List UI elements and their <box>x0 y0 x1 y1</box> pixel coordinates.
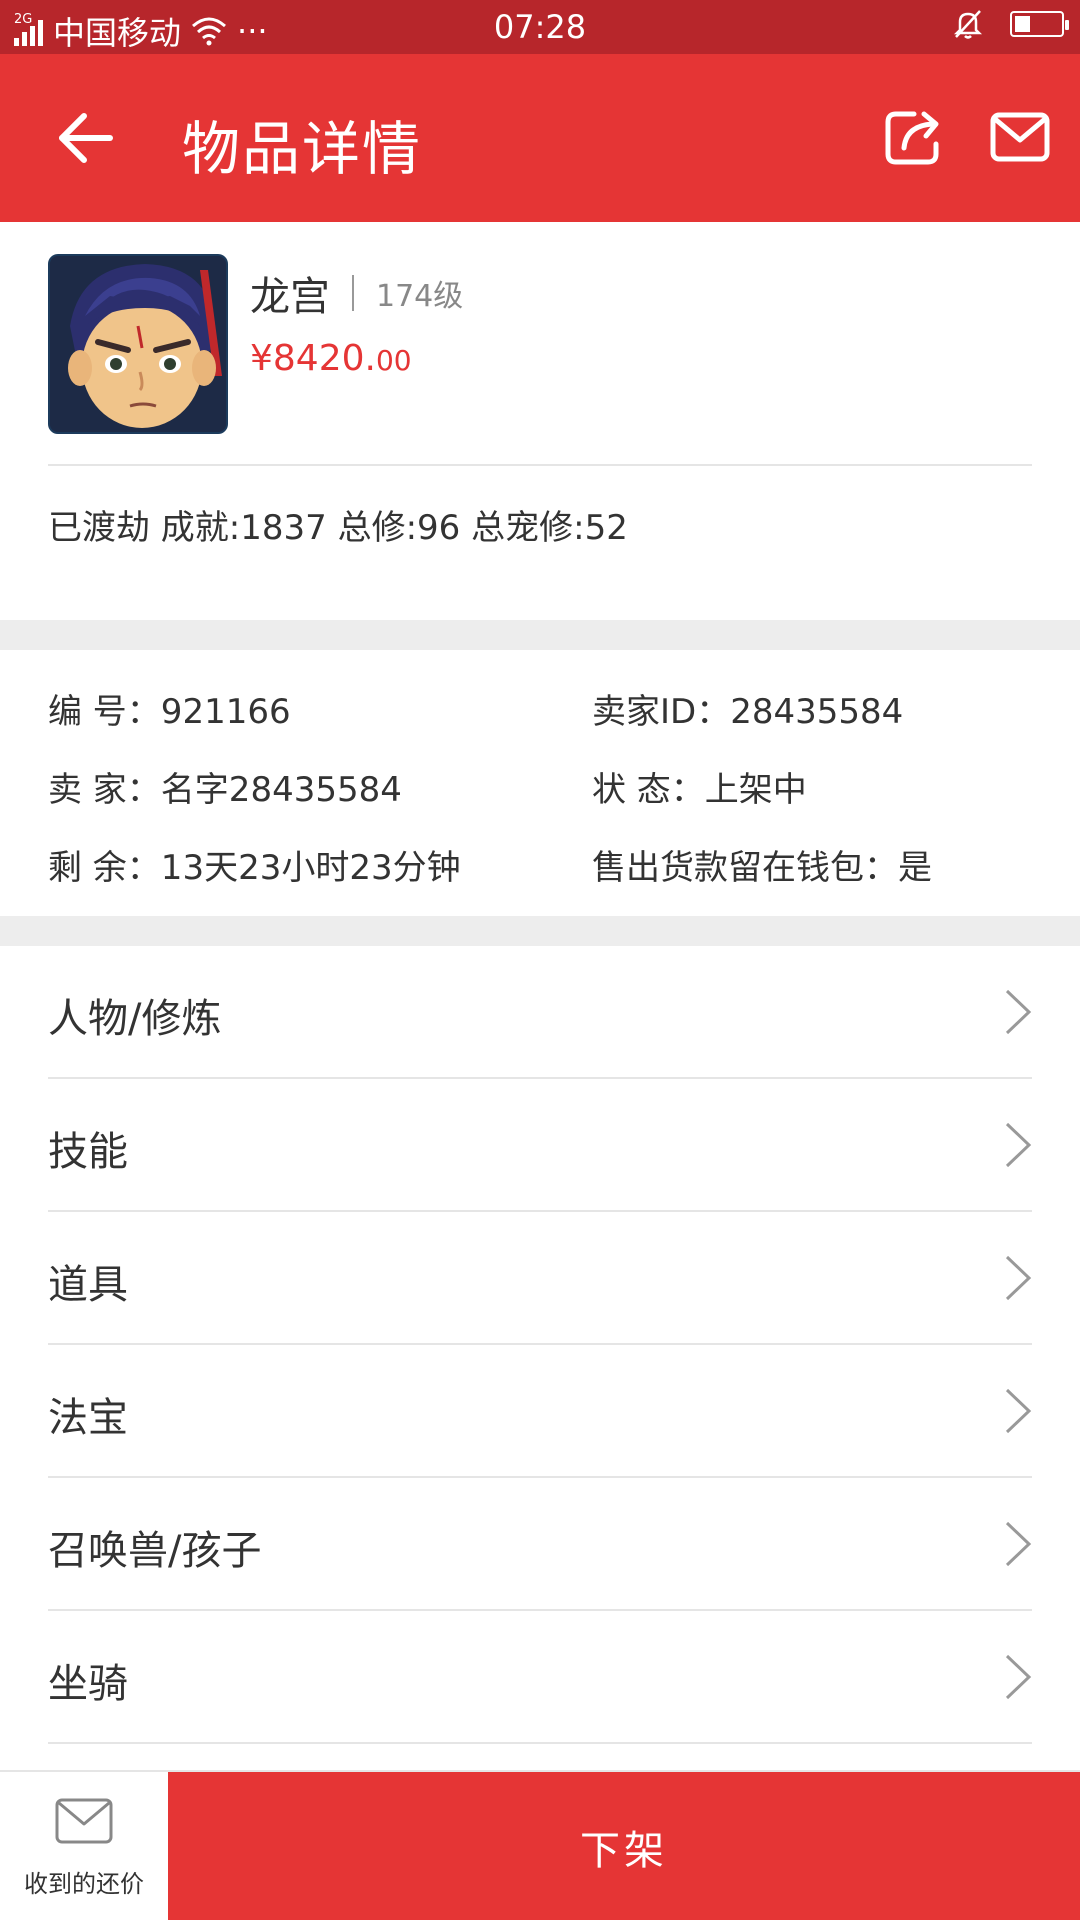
mail-icon[interactable] <box>990 112 1050 162</box>
chevron-right-icon <box>1005 1255 1032 1301</box>
chevron-right-icon <box>1005 989 1032 1035</box>
bell-muted-icon <box>953 10 983 39</box>
menu-item-label: 技能 <box>48 1129 128 1175</box>
back-arrow-icon[interactable] <box>56 108 116 168</box>
divider <box>48 464 1032 466</box>
item-name: 龙宫 <box>250 274 330 320</box>
menu-item-label: 召唤兽/孩子 <box>48 1528 262 1574</box>
clock: 07:28 <box>493 8 587 46</box>
chevron-right-icon <box>1005 1654 1032 1700</box>
character-avatar <box>48 254 228 434</box>
price-main: ¥8420. <box>250 338 376 379</box>
info-section: 编 号：921166 卖家ID：28435584 卖 家：名字28435584 … <box>0 650 1080 916</box>
item-summary: 已渡劫 成就:1837 总修:96 总宠修:52 <box>48 508 628 548</box>
menu-item-label: 坐骑 <box>48 1661 128 1707</box>
item-level: 174级 <box>376 279 464 314</box>
envelope-icon <box>55 1798 113 1844</box>
chevron-right-icon <box>1005 1388 1032 1434</box>
price-decimal: 00 <box>375 344 412 377</box>
chevron-right-icon <box>1005 1521 1032 1567</box>
bottom-bar: 收到的还价 下架 <box>0 1770 1080 1920</box>
info-seller: 卖 家：名字28435584 <box>48 770 402 810</box>
menu-item-character[interactable]: 人物/修炼 <box>48 946 1032 1079</box>
app-header: 物品详情 <box>0 54 1080 222</box>
menu-item-label: 法宝 <box>48 1395 128 1441</box>
detail-menu: 人物/修炼 技能 道具 法宝 召唤兽/孩子 坐骑 <box>0 946 1080 1744</box>
item-price: ¥8420.00 <box>250 338 412 379</box>
section-gap <box>0 916 1080 946</box>
info-remaining: 剩 余：13天23小时23分钟 <box>48 848 461 888</box>
info-number: 编 号：921166 <box>48 692 291 732</box>
info-wallet: 售出货款留在钱包：是 <box>592 848 932 888</box>
menu-item-treasures[interactable]: 法宝 <box>48 1345 1032 1478</box>
menu-item-label: 人物/修炼 <box>48 996 222 1042</box>
menu-item-items[interactable]: 道具 <box>48 1212 1032 1345</box>
menu-item-skills[interactable]: 技能 <box>48 1079 1032 1212</box>
chevron-right-icon <box>1005 1122 1032 1168</box>
item-title: 龙宫 174级 <box>250 264 463 322</box>
menu-item-label: 道具 <box>48 1262 128 1308</box>
title-divider <box>352 275 354 311</box>
status-bar: 2G 中国移动 ··· 07:28 <box>0 0 1080 54</box>
share-icon[interactable] <box>884 106 944 166</box>
item-card: 龙宫 174级 ¥8420.00 已渡劫 成就:1837 总修:96 总宠修:5… <box>0 222 1080 620</box>
page-title: 物品详情 <box>182 115 423 183</box>
delist-button[interactable]: 下架 <box>168 1772 1080 1920</box>
received-offers-label: 收到的还价 <box>24 1870 144 1898</box>
menu-item-pets[interactable]: 召唤兽/孩子 <box>48 1478 1032 1611</box>
battery-icon <box>1010 11 1069 37</box>
received-offers-button[interactable]: 收到的还价 <box>0 1772 168 1920</box>
section-gap <box>0 620 1080 650</box>
info-seller-id: 卖家ID：28435584 <box>592 692 904 732</box>
menu-item-mounts[interactable]: 坐骑 <box>48 1611 1032 1744</box>
info-status: 状 态：上架中 <box>592 770 807 810</box>
